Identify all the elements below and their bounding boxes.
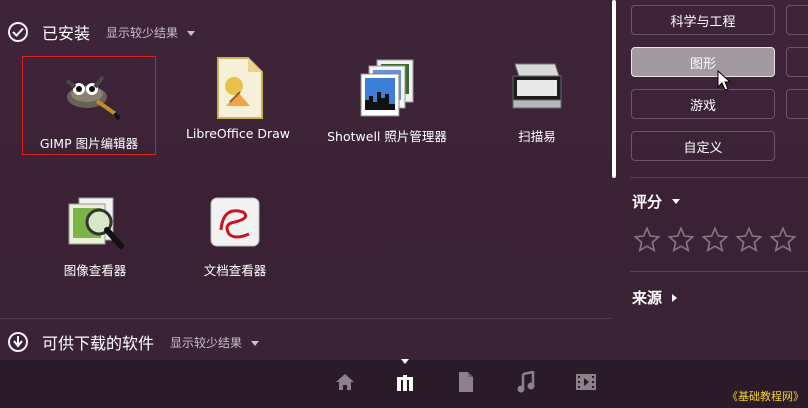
app-label: 文档查看器 <box>203 263 267 278</box>
filter-category-games[interactable]: 游戏 <box>631 89 775 119</box>
shotwell-icon <box>355 56 419 120</box>
files-lens-icon[interactable] <box>454 370 478 394</box>
available-title: 可供下载的软件 <box>42 334 155 353</box>
star-icon[interactable] <box>632 226 662 254</box>
filter-divider <box>630 177 808 178</box>
filter-category-partial[interactable] <box>786 89 808 119</box>
filter-category-science[interactable]: 科学与工程 <box>631 5 775 35</box>
installed-show-fewer-toggle[interactable]: 显示较少结果 <box>106 24 178 41</box>
app-tile-libreoffice-draw[interactable]: LibreOffice Draw <box>182 56 294 141</box>
filter-category-graphics[interactable]: 图形 <box>631 47 775 77</box>
scrollbar[interactable] <box>612 0 616 178</box>
section-divider <box>0 318 612 319</box>
chevron-down-icon <box>672 199 681 204</box>
available-section-header: 可供下载的软件 显示较少结果 <box>8 330 260 354</box>
document-viewer-icon <box>203 190 267 254</box>
chevron-down-icon[interactable] <box>187 30 196 36</box>
app-tile-gimp[interactable]: GIMP 图片编辑器 <box>22 56 156 155</box>
app-tile-image-viewer[interactable]: 图像查看器 <box>40 190 150 279</box>
installed-section-header: 已安装 显示较少结果 <box>8 20 196 44</box>
dash-overlay: 已安装 显示较少结果 GIMP 图片编辑器 LibreOffice Draw S… <box>0 0 808 360</box>
star-icon[interactable] <box>734 226 764 254</box>
star-icon[interactable] <box>768 226 798 254</box>
rating-stars[interactable] <box>632 226 798 254</box>
installed-title: 已安装 <box>42 24 91 43</box>
rating-filter-header[interactable]: 评分 <box>632 191 681 212</box>
home-lens-icon[interactable] <box>333 370 357 394</box>
download-circle-icon <box>8 332 28 352</box>
app-tile-shotwell[interactable]: Shotwell 照片管理器 <box>322 56 452 145</box>
watermark: 《基础教程网》 <box>727 390 804 403</box>
image-viewer-icon <box>63 190 127 254</box>
active-lens-marker-icon <box>401 359 409 364</box>
star-icon[interactable] <box>666 226 696 254</box>
mouse-cursor-icon <box>717 70 732 91</box>
filter-category-partial[interactable] <box>786 47 808 77</box>
source-filter-header[interactable]: 来源 <box>632 287 678 308</box>
check-circle-icon <box>8 22 28 42</box>
libreoffice-draw-icon <box>206 56 270 120</box>
gimp-icon <box>57 63 121 127</box>
star-icon[interactable] <box>700 226 730 254</box>
music-lens-icon[interactable] <box>514 370 538 394</box>
video-lens-icon[interactable] <box>574 370 598 394</box>
app-label: LibreOffice Draw <box>185 126 291 141</box>
app-label: 扫描易 <box>518 129 556 144</box>
app-label: Shotwell 照片管理器 <box>327 129 447 144</box>
available-show-fewer-toggle[interactable]: 显示较少结果 <box>170 334 242 351</box>
rating-title: 评分 <box>632 193 663 211</box>
chevron-down-icon[interactable] <box>251 340 260 346</box>
chevron-right-icon <box>672 293 678 302</box>
app-label: 图像查看器 <box>63 263 127 278</box>
app-label: GIMP 图片编辑器 <box>39 136 139 151</box>
app-tile-scanner[interactable]: 扫描易 <box>492 56 582 145</box>
scanner-icon <box>505 56 569 120</box>
source-title: 来源 <box>632 289 663 307</box>
filter-category-custom[interactable]: 自定义 <box>631 131 775 161</box>
app-tile-document-viewer[interactable]: 文档查看器 <box>180 190 290 279</box>
filter-category-partial[interactable] <box>786 5 808 35</box>
filter-divider <box>630 271 808 272</box>
applications-lens-icon[interactable] <box>394 370 418 394</box>
